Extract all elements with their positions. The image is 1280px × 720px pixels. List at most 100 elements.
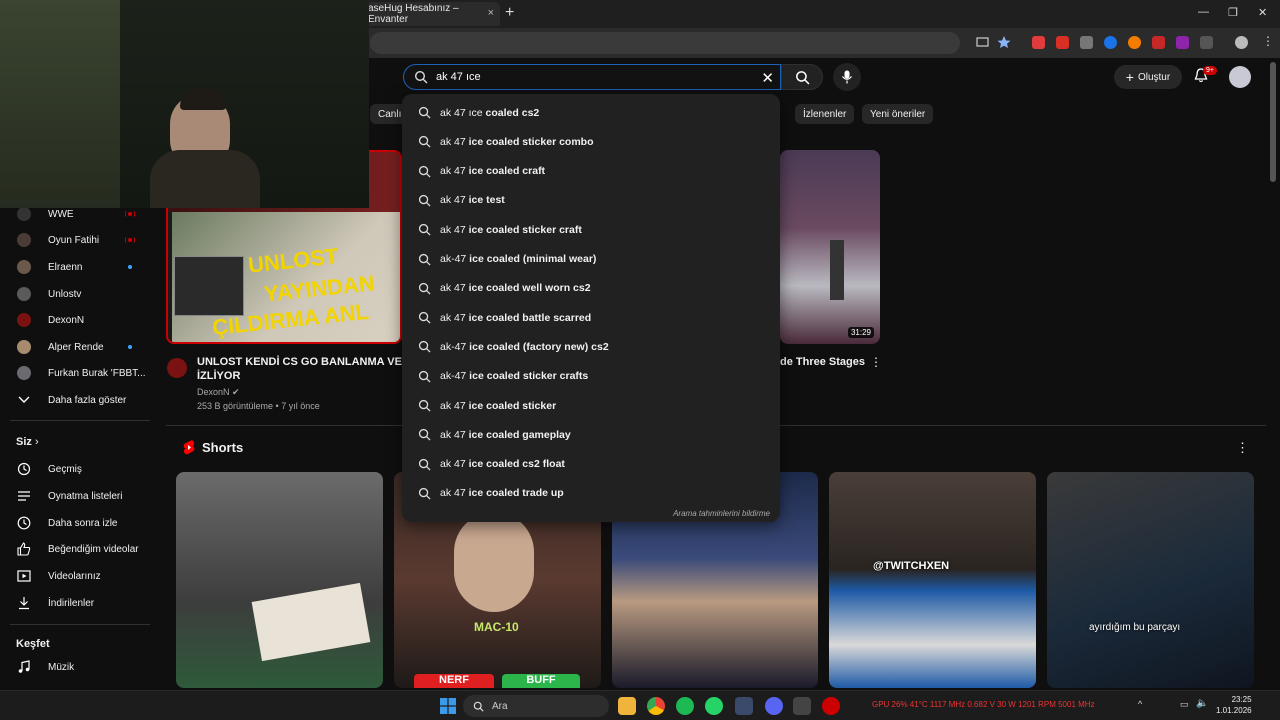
more-options-icon[interactable]: ⋮: [1236, 440, 1249, 456]
extension-icon[interactable]: [1032, 36, 1045, 49]
channel-avatar[interactable]: [167, 358, 187, 378]
close-tab-icon[interactable]: ×: [488, 7, 494, 19]
short-thumbnail[interactable]: @TWITCHXEN: [829, 472, 1036, 688]
search-suggestion-item[interactable]: ak 47 ice coaled craft: [402, 157, 780, 186]
search-suggestion-item[interactable]: ak-47 ice coaled sticker crafts: [402, 362, 780, 391]
search-suggestion-item[interactable]: ak 47 ice coaled trade up: [402, 479, 780, 508]
discord-icon[interactable]: [765, 697, 783, 715]
sidebar-item-liked-videos[interactable]: Beğendiğim videolar: [0, 536, 156, 562]
suggestion-typed-part: ak 47: [440, 223, 466, 236]
sidebar-item-downloads[interactable]: İndirilenler: [0, 590, 156, 616]
file-explorer-icon[interactable]: [618, 697, 636, 715]
chrome-icon[interactable]: [647, 697, 665, 715]
suggestion-typed-part: ak 47: [440, 165, 466, 178]
windows-start-icon[interactable]: [440, 698, 456, 714]
sidebar-item-oyun-fatihi[interactable]: Oyun Fatihi: [0, 227, 156, 253]
video-title-line2[interactable]: İZLİYOR: [197, 369, 240, 383]
sidebar: WWE Oyun Fatihi Elraenn Unlostv DexonN A…: [0, 200, 156, 690]
search-suggestion-item[interactable]: ak 47 ice coaled gameplay: [402, 420, 780, 449]
tray-chevron-icon[interactable]: ^: [1138, 699, 1142, 709]
sidebar-item-playlists[interactable]: Oynatma listeleri: [0, 483, 156, 509]
search-suggestion-item[interactable]: ak 47 ice coaled well worn cs2: [402, 274, 780, 303]
search-button[interactable]: [781, 64, 823, 90]
video-thumbnail[interactable]: 31:29: [780, 150, 880, 344]
minimize-icon[interactable]: —: [1198, 6, 1209, 18]
search-suggestion-item[interactable]: ak 47 ıce coaled cs2: [402, 98, 780, 127]
your-videos-icon: [17, 570, 31, 582]
steam-icon[interactable]: [735, 697, 753, 715]
search-suggestion-item[interactable]: ak 47 ice coaled sticker combo: [402, 127, 780, 156]
video-title[interactable]: UNLOST KENDİ CS GO BANLANMA VE ÇILD: [197, 355, 431, 369]
search-suggestion-item[interactable]: ak 47 ice coaled battle scarred: [402, 303, 780, 332]
bookmark-star-icon[interactable]: [997, 35, 1011, 49]
volume-icon[interactable]: 🔈: [1196, 698, 1208, 709]
sidebar-item-elraenn[interactable]: Elraenn: [0, 254, 156, 280]
taskbar-clock[interactable]: 23:25 1.01.2026: [1216, 694, 1252, 716]
new-content-dot: [128, 345, 132, 349]
browser-tab[interactable]: aseHug Hesabınız – Envanter ×: [360, 2, 500, 26]
restore-icon[interactable]: ❐: [1228, 6, 1238, 19]
suggestion-completion: ice coaled battle scarred: [465, 311, 592, 324]
thumbnail-image: [251, 582, 371, 662]
extension-icon[interactable]: [1056, 36, 1069, 49]
sidebar-item-label: Oyun Fatihi: [48, 234, 100, 246]
sidebar-item-music[interactable]: Müzik: [0, 654, 156, 680]
channel-name[interactable]: DexonN ✔: [197, 387, 240, 398]
url-field[interactable]: [370, 32, 960, 54]
sidebar-item-alper-rende[interactable]: Alper Rende: [0, 334, 156, 360]
sidebar-item-watch-later[interactable]: Daha sonra izle: [0, 510, 156, 536]
sidebar-item-unlostv[interactable]: Unlostv: [0, 281, 156, 307]
sidebar-item-history[interactable]: Geçmiş: [0, 456, 156, 482]
search-icon: [418, 370, 431, 383]
create-button[interactable]: + Oluştur: [1114, 65, 1182, 89]
search-suggestion-item[interactable]: ak 47 ice coaled sticker craft: [402, 215, 780, 244]
account-avatar[interactable]: [1229, 66, 1251, 88]
app-icon[interactable]: [793, 697, 811, 715]
extensions-puzzle-icon[interactable]: [1200, 36, 1213, 49]
search-suggestion-item[interactable]: ak 47 ice coaled cs2 float: [402, 450, 780, 479]
network-icon[interactable]: ▭: [1180, 699, 1189, 710]
spotify-icon[interactable]: [676, 697, 694, 715]
more-options-icon[interactable]: ⋮: [870, 355, 882, 369]
search-input[interactable]: [436, 71, 736, 83]
obs-icon[interactable]: [822, 697, 840, 715]
profile-icon[interactable]: [1235, 36, 1248, 49]
thumbnail-inset: [174, 256, 244, 316]
watch-later-icon: [17, 516, 31, 530]
search-suggestion-item[interactable]: ak 47 ice coaled sticker: [402, 391, 780, 420]
history-icon: [17, 462, 31, 476]
browser-menu-icon[interactable]: ⋮: [1262, 34, 1274, 48]
extension-icon[interactable]: [1080, 36, 1093, 49]
you-section-heading[interactable]: Siz ›: [16, 436, 39, 448]
page-scrollbar[interactable]: [1270, 62, 1276, 182]
install-app-icon[interactable]: [976, 36, 989, 49]
channel-avatar: [17, 313, 31, 327]
extension-icon[interactable]: [1104, 36, 1117, 49]
search-icon: [418, 282, 431, 295]
search-suggestion-item[interactable]: ak-47 ice coaled (minimal wear): [402, 245, 780, 274]
short-thumbnail[interactable]: ayırdığım bu parçayı: [1047, 472, 1254, 688]
search-suggestion-item[interactable]: ak 47 ice test: [402, 186, 780, 215]
sidebar-item-dexonn[interactable]: DexonN: [0, 307, 156, 333]
short-thumbnail[interactable]: [176, 472, 383, 688]
extension-icon[interactable]: [1128, 36, 1141, 49]
voice-search-button[interactable]: [833, 63, 861, 91]
new-tab-button[interactable]: +: [505, 4, 514, 22]
close-window-icon[interactable]: ✕: [1258, 6, 1267, 19]
video-title[interactable]: de Three Stages: [780, 355, 865, 369]
search-suggestion-item[interactable]: ak-47 ice coaled (factory new) cs2: [402, 332, 780, 361]
sidebar-item-your-videos[interactable]: Videolarınız: [0, 563, 156, 589]
clear-search-icon[interactable]: ✕: [761, 69, 774, 87]
extension-icon[interactable]: [1152, 36, 1165, 49]
suggestion-completion: ice coaled sticker craft: [465, 223, 582, 236]
report-predictions-link[interactable]: Arama tahminlerini bildirme: [673, 509, 770, 518]
extension-icon[interactable]: [1176, 36, 1189, 49]
chip-new-suggestions[interactable]: Yeni öneriler: [862, 104, 934, 124]
whatsapp-icon[interactable]: [705, 697, 723, 715]
show-more-button[interactable]: Daha fazla göster: [0, 387, 156, 413]
sidebar-item-furkan-burak[interactable]: Furkan Burak 'FBBT...: [0, 360, 156, 386]
chip-watched[interactable]: İzlenenler: [795, 104, 855, 124]
taskbar-search[interactable]: Ara: [463, 695, 609, 717]
suggestion-text: ak 47 ıce coaled cs2: [440, 107, 539, 119]
search-box[interactable]: ✕: [403, 64, 781, 90]
